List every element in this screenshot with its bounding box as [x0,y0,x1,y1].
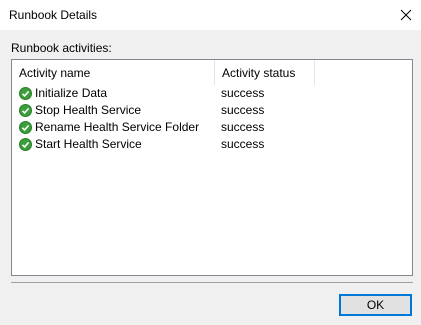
activity-name: Initialize Data [35,86,108,100]
ok-button[interactable]: OK [339,294,412,316]
ok-button-label: OK [366,298,385,312]
activity-status: success [221,86,265,100]
close-icon [400,9,412,21]
check-circle-icon [19,138,32,151]
table-row[interactable]: Rename Health Service Folder success [12,119,412,136]
runbook-details-dialog: Runbook Details Runbook activities: Acti… [0,0,421,325]
activity-status: success [221,120,265,134]
check-circle-icon [19,87,32,100]
check-circle-icon [19,104,32,117]
dialog-body: Runbook activities: Activity name Activi… [0,30,421,325]
close-button[interactable] [391,0,421,30]
window-title: Runbook Details [9,8,98,22]
activity-status: success [221,103,265,117]
list-rows: Initialize Data success Stop Health Serv… [12,85,412,153]
activity-name: Rename Health Service Folder [35,120,200,134]
footer-divider [11,282,413,283]
list-header: Activity name Activity status [12,60,412,85]
check-circle-icon [19,121,32,134]
table-row[interactable]: Initialize Data success [12,85,412,102]
activities-list[interactable]: Activity name Activity status Initialize… [11,59,413,276]
table-row[interactable]: Start Health Service success [12,136,412,153]
runbook-activities-label: Runbook activities: [11,41,112,55]
activity-name: Start Health Service [35,137,142,151]
title-bar: Runbook Details [0,0,421,30]
activity-name: Stop Health Service [35,103,142,117]
column-header-activity-name[interactable]: Activity name [12,60,215,85]
column-header-activity-status[interactable]: Activity status [215,60,315,85]
table-row[interactable]: Stop Health Service success [12,102,412,119]
activity-status: success [221,137,265,151]
